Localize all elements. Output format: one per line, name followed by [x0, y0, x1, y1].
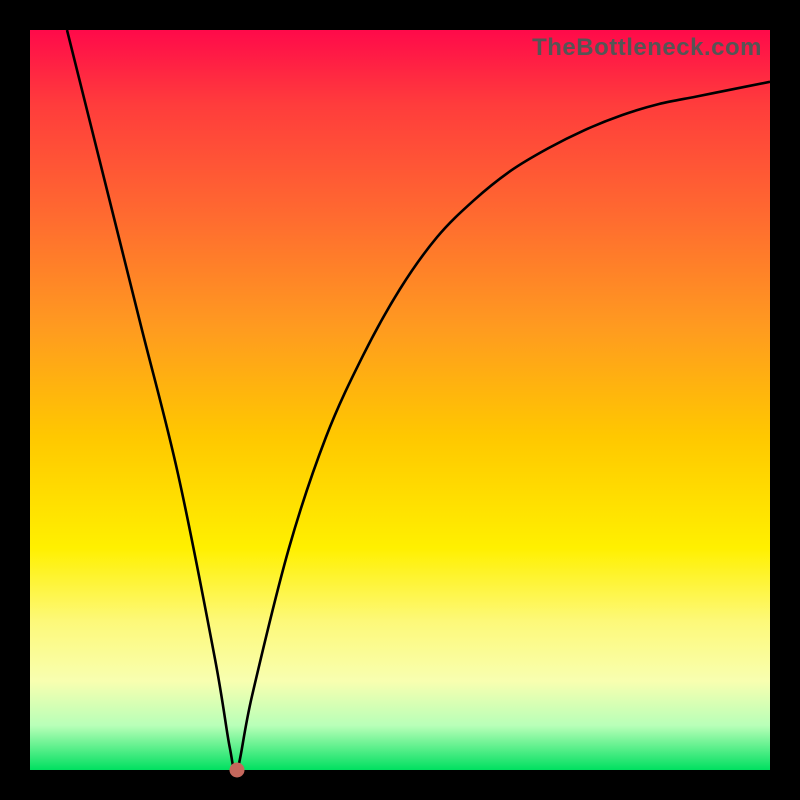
minimum-marker-dot [230, 763, 245, 778]
curve-layer [30, 30, 770, 770]
watermark-text: TheBottleneck.com [532, 34, 762, 62]
plot-area: TheBottleneck.com [30, 30, 770, 770]
bottleneck-curve [67, 30, 770, 770]
chart-frame: TheBottleneck.com [0, 0, 800, 800]
